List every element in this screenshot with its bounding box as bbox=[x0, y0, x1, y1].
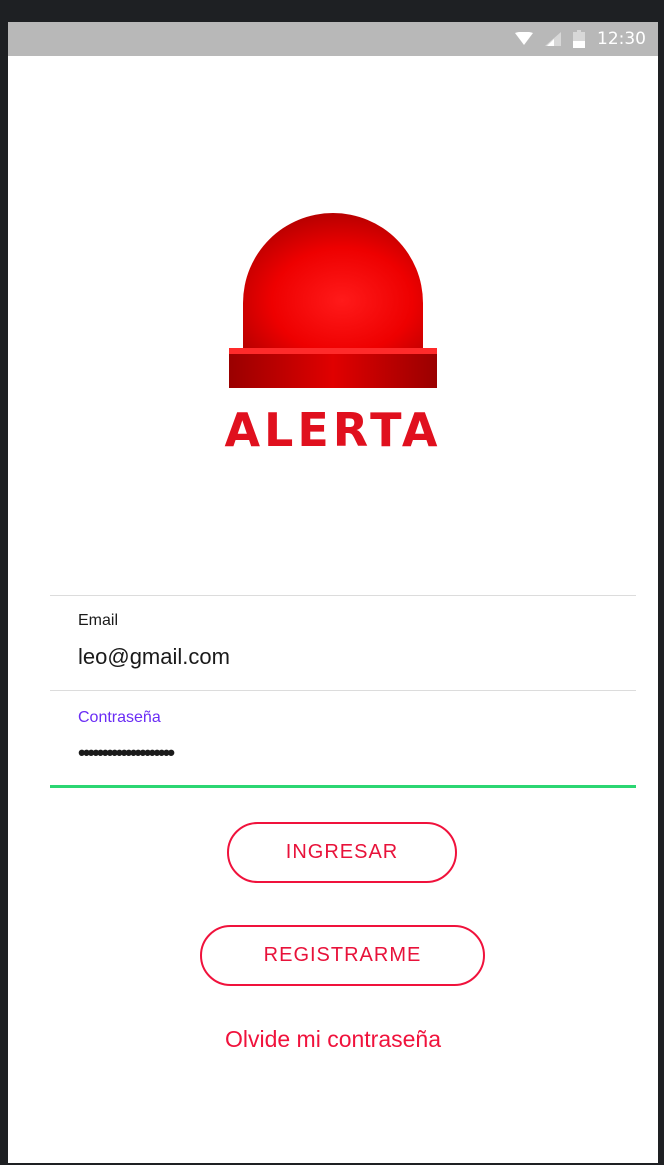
login-button[interactable]: INGRESAR bbox=[227, 822, 457, 883]
signal-icon bbox=[545, 32, 561, 46]
battery-icon bbox=[573, 30, 585, 48]
alerta-logo: ALERTA bbox=[224, 213, 441, 457]
email-bottom-divider bbox=[50, 690, 636, 691]
logo-text: ALERTA bbox=[224, 403, 441, 457]
email-label: Email bbox=[78, 612, 119, 629]
status-time: 12:30 bbox=[597, 29, 646, 49]
password-label: Contraseña bbox=[78, 709, 161, 726]
register-button[interactable]: REGISTRARME bbox=[200, 925, 485, 986]
email-field[interactable]: Email leo@gmail.com bbox=[50, 596, 636, 690]
siren-icon bbox=[229, 213, 437, 388]
wifi-icon bbox=[515, 32, 533, 45]
password-field[interactable]: Contraseña •••••••••••••••••••• bbox=[50, 692, 636, 786]
status-bar: 12:30 bbox=[8, 22, 658, 56]
forgot-password-link[interactable]: Olvide mi contraseña bbox=[8, 1026, 658, 1053]
password-focus-underline bbox=[50, 785, 636, 788]
phone-screen: 12:30 ALERTA Email leo@gmail.com Contras… bbox=[8, 22, 658, 1163]
password-input[interactable]: •••••••••••••••••••• bbox=[78, 740, 175, 766]
email-input[interactable]: leo@gmail.com bbox=[78, 644, 230, 670]
